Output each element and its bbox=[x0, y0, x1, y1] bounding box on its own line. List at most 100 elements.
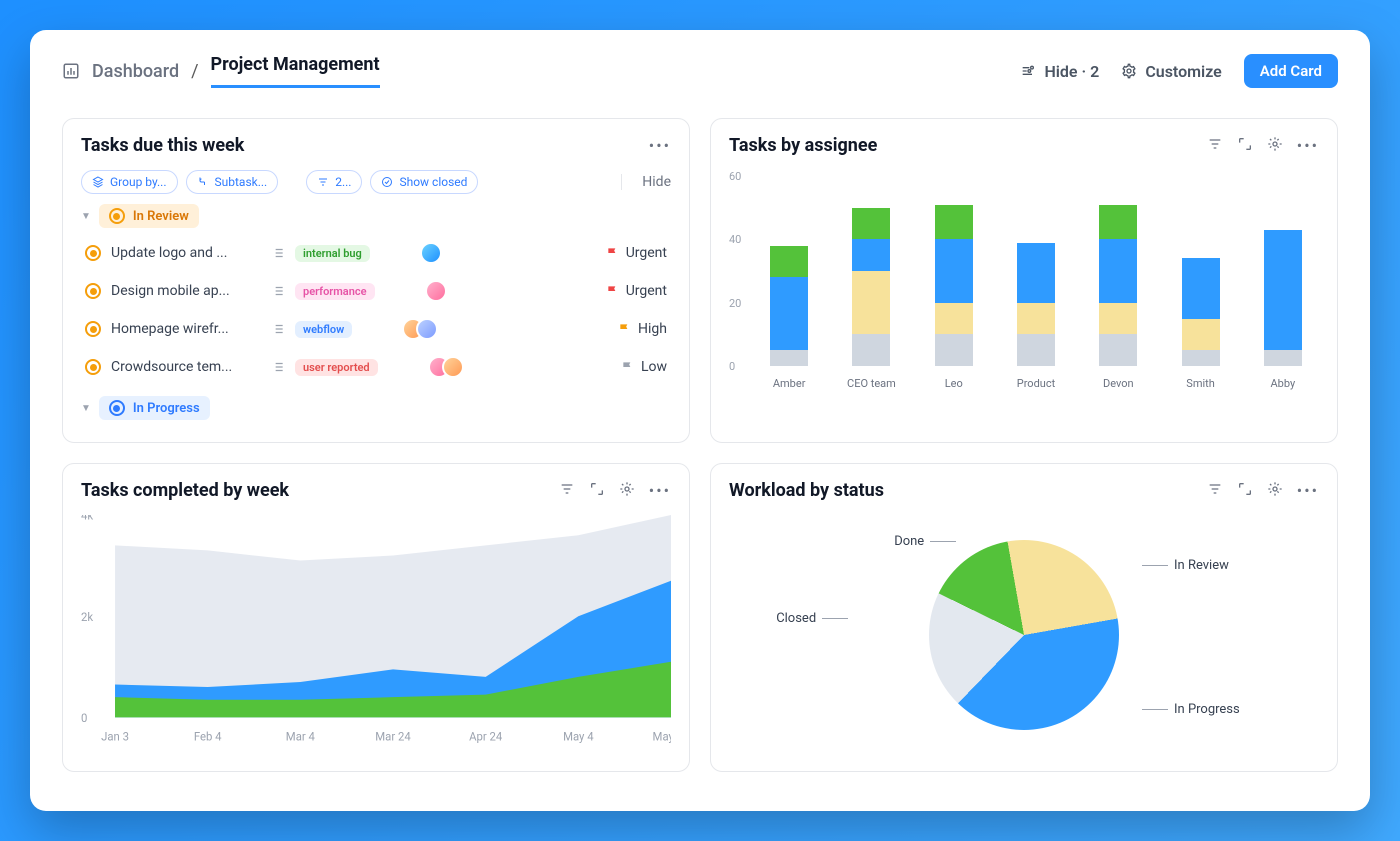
x-tick: Abby bbox=[1251, 377, 1315, 390]
add-card-button[interactable]: Add Card bbox=[1244, 54, 1338, 88]
svg-text:Mar 24: Mar 24 bbox=[375, 729, 411, 743]
show-closed-pill[interactable]: Show closed bbox=[370, 170, 478, 194]
card-title: Tasks due this week bbox=[81, 135, 244, 156]
expand-icon[interactable] bbox=[1237, 481, 1253, 500]
more-icon[interactable]: ••• bbox=[649, 136, 671, 155]
svg-text:0: 0 bbox=[81, 711, 87, 725]
priority: Urgent bbox=[606, 245, 667, 261]
card-title: Tasks completed by week bbox=[81, 480, 289, 501]
filter-icon[interactable] bbox=[559, 481, 575, 500]
hide-link[interactable]: Hide bbox=[621, 174, 671, 190]
task-name: Homepage wirefr... bbox=[111, 321, 261, 337]
task-tag: internal bug bbox=[295, 245, 370, 262]
gear-icon bbox=[1121, 63, 1137, 79]
list-icon bbox=[271, 360, 285, 374]
pie-chart: In Progress Closed Done In Review bbox=[729, 515, 1319, 755]
flag-icon bbox=[606, 284, 620, 298]
chevron-down-icon: ▼ bbox=[81, 211, 91, 222]
assignee-avatars[interactable] bbox=[402, 318, 438, 340]
pie-label: Closed bbox=[776, 611, 848, 626]
gear-icon[interactable] bbox=[619, 481, 635, 500]
status-dot-icon bbox=[109, 208, 125, 224]
group-in-progress[interactable]: ▼ In Progress bbox=[81, 396, 671, 420]
avatar bbox=[442, 356, 464, 378]
bar-column[interactable] bbox=[1086, 205, 1150, 366]
svg-text:Mar 4: Mar 4 bbox=[286, 729, 316, 743]
filter-icon[interactable] bbox=[1207, 481, 1223, 500]
task-name: Design mobile ap... bbox=[111, 283, 261, 299]
two-pill[interactable]: 2... bbox=[306, 170, 362, 194]
group-by-pill[interactable]: Group by... bbox=[81, 170, 178, 194]
task-row[interactable]: Crowdsource tem... user reported Low bbox=[81, 348, 671, 386]
customize-button[interactable]: Customize bbox=[1121, 62, 1221, 81]
task-row[interactable]: Design mobile ap... performance Urgent bbox=[81, 272, 671, 310]
task-row[interactable]: Update logo and ... internal bug Urgent bbox=[81, 234, 671, 272]
bar-column[interactable] bbox=[1168, 258, 1232, 366]
subtask-pill[interactable]: Subtask... bbox=[186, 170, 279, 194]
priority: Low bbox=[621, 359, 667, 375]
more-icon[interactable]: ••• bbox=[1297, 481, 1319, 500]
task-row[interactable]: Homepage wirefr... webflow High bbox=[81, 310, 671, 348]
expand-icon[interactable] bbox=[1237, 136, 1253, 155]
bar-chart: 0204060AmberCEO teamLeoProductDevonSmith… bbox=[729, 170, 1319, 390]
assignee-avatars[interactable] bbox=[420, 242, 442, 264]
bar-column[interactable] bbox=[922, 205, 986, 366]
breadcrumb-root[interactable]: Dashboard bbox=[92, 61, 179, 82]
filter-pills: Group by... Subtask... 2... Show closed … bbox=[81, 170, 671, 194]
y-tick: 60 bbox=[729, 170, 741, 183]
avatar bbox=[425, 280, 447, 302]
breadcrumb-separator: / bbox=[191, 61, 198, 82]
chevron-down-icon: ▼ bbox=[81, 403, 91, 414]
pie-label: In Progress bbox=[1142, 702, 1240, 717]
y-tick: 20 bbox=[729, 297, 741, 310]
task-tag: webflow bbox=[295, 321, 352, 338]
card-tasks-assignee: Tasks by assignee ••• 0204060AmberCEO te… bbox=[710, 118, 1338, 443]
pie[interactable] bbox=[929, 540, 1119, 730]
filter-icon bbox=[317, 176, 329, 188]
check-circle-icon bbox=[381, 176, 393, 188]
avatar bbox=[420, 242, 442, 264]
more-icon[interactable]: ••• bbox=[649, 481, 671, 500]
pie-label: In Review bbox=[1142, 558, 1229, 573]
bar-column[interactable] bbox=[1251, 230, 1315, 366]
y-tick: 40 bbox=[729, 233, 741, 246]
expand-icon[interactable] bbox=[589, 481, 605, 500]
pie-label: Done bbox=[894, 534, 956, 549]
task-name: Crowdsource tem... bbox=[111, 359, 261, 375]
status-icon bbox=[85, 283, 101, 299]
breadcrumb: Dashboard / Project Management bbox=[62, 54, 380, 88]
branch-icon bbox=[197, 176, 209, 188]
gear-icon[interactable] bbox=[1267, 136, 1283, 155]
hide-filters-button[interactable]: Hide · 2 bbox=[1020, 62, 1099, 81]
assignee-avatars[interactable] bbox=[425, 280, 447, 302]
svg-text:Feb 4: Feb 4 bbox=[194, 729, 222, 743]
x-tick: Leo bbox=[922, 377, 986, 390]
svg-text:Jan 3: Jan 3 bbox=[101, 729, 129, 743]
status-icon bbox=[85, 245, 101, 261]
more-icon[interactable]: ••• bbox=[1297, 136, 1319, 155]
svg-text:4k: 4k bbox=[81, 515, 93, 523]
task-name: Update logo and ... bbox=[111, 245, 261, 261]
breadcrumb-current[interactable]: Project Management bbox=[211, 54, 380, 88]
status-icon bbox=[85, 359, 101, 375]
bar-column[interactable] bbox=[839, 208, 903, 366]
task-tag: user reported bbox=[295, 359, 378, 376]
x-tick: Amber bbox=[757, 377, 821, 390]
bar-column[interactable] bbox=[1004, 243, 1068, 366]
card-tasks-week: Tasks completed by week ••• 02k4k Jan 3F… bbox=[62, 463, 690, 772]
area-chart: 02k4k Jan 3Feb 4Mar 4Mar 24Apr 24May 4Ma… bbox=[81, 515, 671, 745]
gear-icon[interactable] bbox=[1267, 481, 1283, 500]
filter-icon[interactable] bbox=[1207, 136, 1223, 155]
x-tick: CEO team bbox=[839, 377, 903, 390]
status-icon bbox=[85, 321, 101, 337]
assignee-avatars[interactable] bbox=[428, 356, 464, 378]
card-workload: Workload by status ••• In ProgressClosed… bbox=[710, 463, 1338, 772]
app-shell: Dashboard / Project Management Hide · 2 … bbox=[30, 30, 1370, 811]
status-progress-label: In Progress bbox=[133, 401, 200, 416]
svg-text:May 4: May 4 bbox=[563, 729, 594, 743]
bar-column[interactable] bbox=[757, 246, 821, 366]
layers-icon bbox=[92, 176, 104, 188]
group-in-review[interactable]: ▼ In Review bbox=[81, 204, 671, 228]
card-tasks-due: Tasks due this week ••• Group by... Subt… bbox=[62, 118, 690, 443]
top-actions: Hide · 2 Customize Add Card bbox=[1020, 54, 1338, 88]
